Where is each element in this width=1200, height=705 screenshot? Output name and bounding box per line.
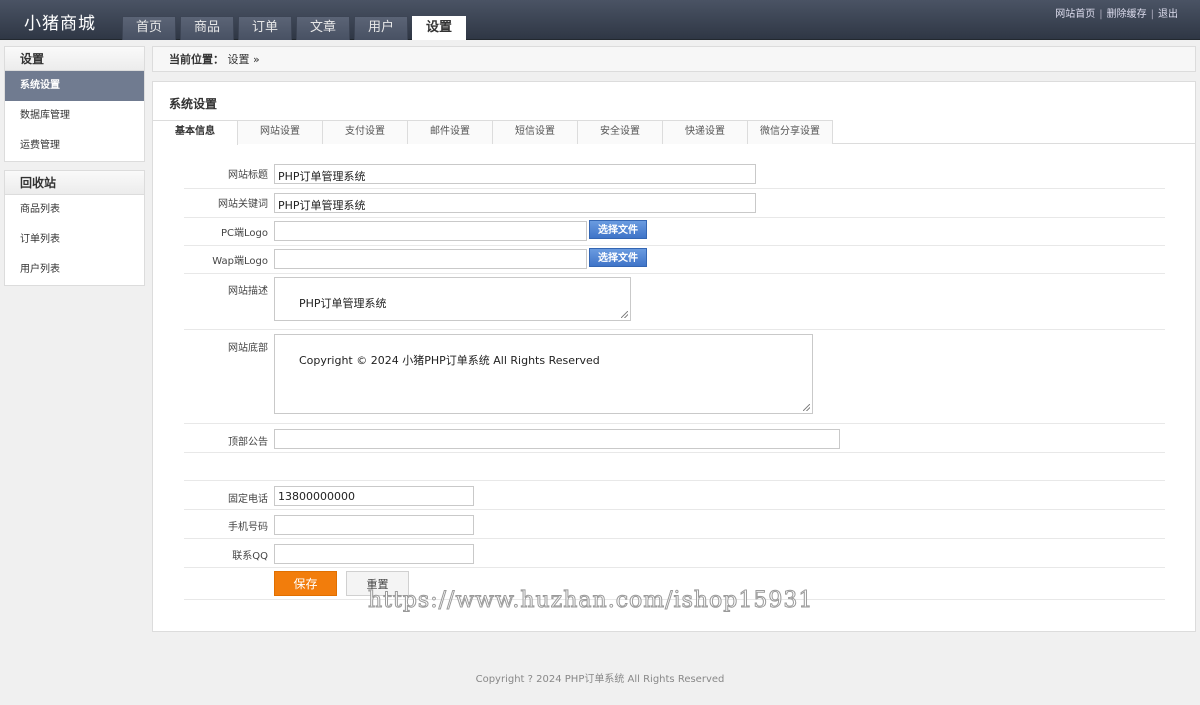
top-notice-input[interactable]: [274, 429, 840, 449]
page-footer: Copyright ? 2024 PHP订单系统 All Rights Rese…: [475, 674, 725, 685]
resize-grip-icon[interactable]: [621, 311, 628, 318]
site-description-label: 网站描述: [228, 286, 268, 297]
mobile-label: 手机号码: [228, 522, 268, 533]
sidebar-settings-group: 设置 系统设置 数据库管理 运费管理: [4, 46, 145, 162]
form-row-site-keywords: 网站关键词 PHP订单管理系统: [184, 189, 1165, 218]
tab-security-settings[interactable]: 安全设置: [578, 120, 663, 144]
form-row-site-description: 网站描述 PHP订单管理系统: [184, 274, 1165, 330]
app-logo[interactable]: 小猪商城: [24, 9, 96, 34]
tab-mail-settings[interactable]: 邮件设置: [408, 120, 493, 144]
tab-express-settings[interactable]: 快递设置: [663, 120, 748, 144]
top-notice-label: 顶部公告: [228, 437, 268, 448]
tab-payment-settings[interactable]: 支付设置: [323, 120, 408, 144]
sidebar-item-database[interactable]: 数据库管理: [5, 101, 144, 131]
nav-users[interactable]: 用户: [354, 16, 408, 40]
form-row-spacer: [184, 453, 1165, 481]
settings-panel: 系统设置 基本信息 网站设置 支付设置 邮件设置 短信设置 安全设置 快递设置 …: [152, 81, 1196, 632]
breadcrumb-current[interactable]: 设置: [228, 53, 250, 66]
qq-input[interactable]: [274, 544, 474, 564]
page-title: 系统设置: [169, 97, 218, 111]
site-keywords-label: 网站关键词: [218, 199, 268, 210]
divider: |: [1099, 9, 1103, 20]
form-row-top-notice: 顶部公告: [184, 424, 1165, 453]
form-row-site-footer: 网站底部 Copyright © 2024 小猪PHP订单系统 All Righ…: [184, 330, 1165, 424]
sidebar-section-title: 回收站: [5, 171, 144, 195]
tab-site-settings[interactable]: 网站设置: [238, 120, 323, 144]
wap-logo-input[interactable]: [274, 249, 587, 269]
form-row-qq: 联系QQ: [184, 539, 1165, 568]
sidebar-recycle-group: 回收站 商品列表 订单列表 用户列表: [4, 170, 145, 286]
breadcrumb-label: 当前位置：: [169, 53, 224, 66]
sidebar-item-order-list[interactable]: 订单列表: [5, 225, 144, 255]
clear-cache-link[interactable]: 删除缓存: [1107, 9, 1147, 20]
divider: |: [1150, 9, 1154, 20]
nav-home[interactable]: 首页: [122, 16, 176, 40]
save-button[interactable]: 保存: [274, 571, 337, 596]
wap-logo-choose-file-button[interactable]: 选择文件: [589, 248, 647, 267]
nav-products[interactable]: 商品: [180, 16, 234, 40]
form-row-site-title: 网站标题 PHP订单管理系统: [184, 160, 1165, 189]
site-title-input[interactable]: PHP订单管理系统: [274, 164, 756, 184]
tab-wechat-share[interactable]: 微信分享设置: [748, 120, 833, 144]
pc-logo-label: PC端Logo: [221, 228, 268, 239]
breadcrumb: 当前位置： 设置 »: [152, 46, 1196, 72]
site-description-text: PHP订单管理系统: [298, 297, 387, 310]
main-nav: 首页 商品 订单 文章 用户 设置: [122, 16, 466, 40]
site-footer-text: Copyright © 2024 小猪PHP订单系统 All Rights Re…: [298, 354, 600, 367]
sidebar-item-system-settings[interactable]: 系统设置: [5, 71, 144, 101]
settings-tabs: 基本信息 网站设置 支付设置 邮件设置 短信设置 安全设置 快递设置 微信分享设…: [153, 120, 1195, 145]
nav-orders[interactable]: 订单: [238, 16, 292, 40]
site-footer-label: 网站底部: [228, 343, 268, 354]
tab-sms-settings[interactable]: 短信设置: [493, 120, 578, 144]
sidebar-section-title: 设置: [5, 47, 144, 71]
logout-link[interactable]: 退出: [1158, 9, 1178, 20]
tab-basic-info[interactable]: 基本信息: [153, 120, 238, 145]
pc-logo-choose-file-button[interactable]: 选择文件: [589, 220, 647, 239]
site-description-textarea[interactable]: PHP订单管理系统: [274, 277, 631, 321]
nav-articles[interactable]: 文章: [296, 16, 350, 40]
mobile-input[interactable]: [274, 515, 474, 535]
breadcrumb-arrow: »: [253, 53, 260, 66]
form-row-pc-logo: PC端Logo 选择文件: [184, 218, 1165, 246]
site-footer-textarea[interactable]: Copyright © 2024 小猪PHP订单系统 All Rights Re…: [274, 334, 813, 414]
sidebar-item-product-list[interactable]: 商品列表: [5, 195, 144, 225]
site-home-link[interactable]: 网站首页: [1055, 9, 1095, 20]
nav-settings[interactable]: 设置: [412, 16, 466, 40]
sidebar-item-user-list[interactable]: 用户列表: [5, 255, 144, 285]
site-title-label: 网站标题: [228, 170, 268, 181]
form-row-wap-logo: Wap端Logo 选择文件: [184, 246, 1165, 274]
sidebar-item-shipping[interactable]: 运费管理: [5, 131, 144, 161]
phone-label: 固定电话: [228, 494, 268, 505]
top-bar: 小猪商城 首页 商品 订单 文章 用户 设置 网站首页 | 删除缓存 | 退出: [0, 0, 1200, 40]
form-row-mobile: 手机号码: [184, 510, 1165, 539]
qq-label: 联系QQ: [232, 551, 268, 562]
resize-grip-icon[interactable]: [803, 404, 810, 411]
pc-logo-input[interactable]: [274, 221, 587, 241]
wap-logo-label: Wap端Logo: [212, 256, 268, 267]
phone-input[interactable]: 13800000000: [274, 486, 474, 506]
form-row-phone: 固定电话 13800000000: [184, 481, 1165, 510]
top-links: 网站首页 | 删除缓存 | 退出: [1055, 5, 1178, 20]
watermark-text: https://www.huzhan.com/ishop15931: [367, 588, 814, 614]
site-keywords-input[interactable]: PHP订单管理系统: [274, 193, 756, 213]
